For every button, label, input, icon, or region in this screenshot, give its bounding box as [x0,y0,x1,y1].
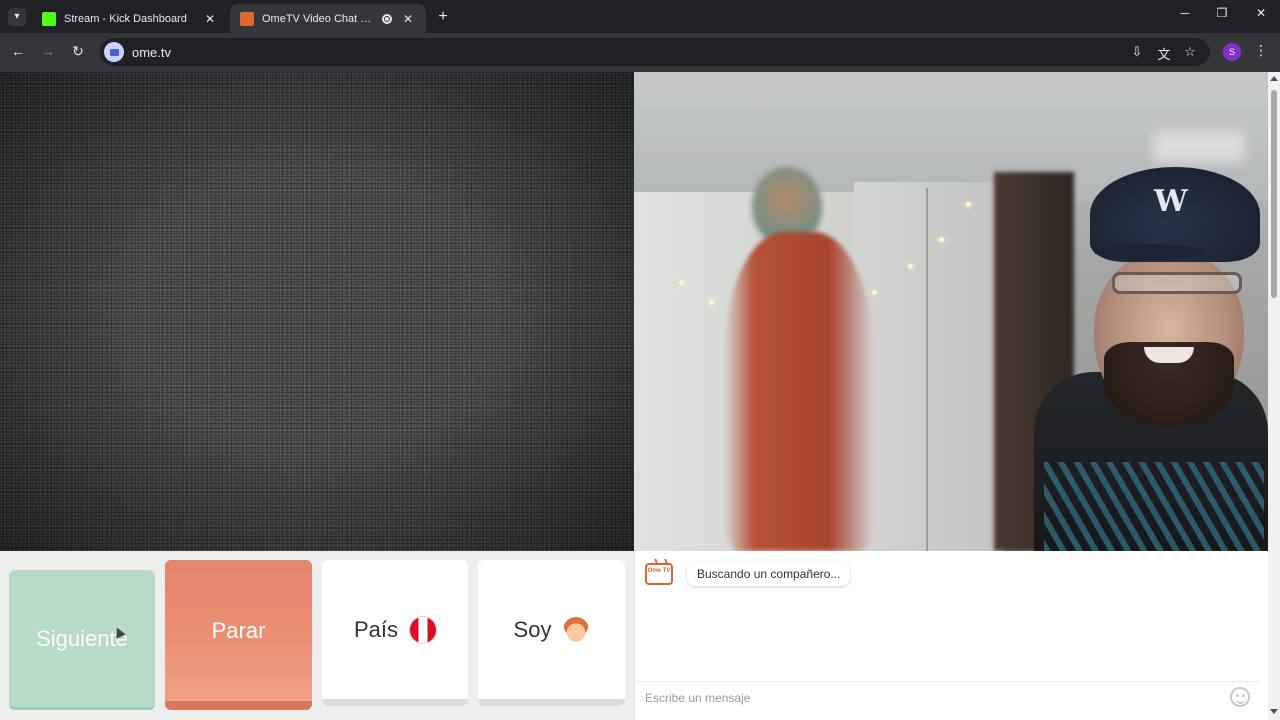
close-icon[interactable]: ✕ [202,12,218,26]
install-app-icon[interactable]: ⇩ [1128,44,1146,60]
scrollbar-thumb[interactable] [1271,90,1277,298]
recording-icon [382,13,392,24]
video-wardrobe-door [926,188,928,551]
gender-button[interactable]: Soy [478,560,625,706]
browser-toolbar: ← → ↻ ome.tv ⇩ 文 ☆ S ⋮ [0,33,1280,72]
video-person-glasses [1112,272,1242,294]
gender-button-label: Soy [513,616,552,642]
peru-flag-icon [410,616,437,643]
star-icon[interactable]: ☆ [1181,44,1199,60]
video-wardrobe [854,182,1004,551]
stop-button[interactable]: Parar [165,560,312,710]
tab-kick-dashboard[interactable]: Stream - Kick Dashboard ✕ [32,4,228,33]
url-text: ome.tv [132,44,172,60]
video-shirt-print [1044,462,1264,551]
restore-icon[interactable]: ❐ [1212,6,1232,20]
country-button-label: País [353,616,399,642]
arrow-right-icon[interactable]: → [38,43,58,59]
page-scrollbar[interactable] [1268,72,1280,720]
boy-avatar-icon [563,616,590,643]
control-panel: Siguiente Parar País Soy [0,551,634,720]
emoji-icon[interactable] [1230,687,1250,707]
video-person-background [724,232,874,551]
browser-chrome: ▾ Stream - Kick Dashboard ✕ OmeTV Video … [0,0,1280,72]
profile-avatar[interactable]: S [1223,43,1241,61]
site-info-icon[interactable] [104,42,124,62]
translate-icon[interactable]: 文 [1155,44,1173,63]
stop-button-label: Parar [211,617,266,643]
plus-icon[interactable]: + [434,8,452,26]
window-close-icon[interactable]: ✕ [1251,6,1271,20]
ometv-favicon-icon [240,11,254,26]
ometv-logo-icon: Ome TV [645,563,673,585]
arrow-left-icon[interactable]: ← [8,43,28,59]
next-button[interactable]: Siguiente [9,570,155,710]
kick-favicon-icon [42,11,56,26]
message-input[interactable]: Escribe un mensaje [635,681,1260,713]
country-button[interactable]: País [322,560,468,706]
cap-logo-icon: W [1154,184,1188,219]
own-video-static [0,72,634,551]
video-light [1154,132,1244,162]
close-icon[interactable]: ✕ [400,12,416,26]
chat-panel: Ome TV Buscando un compañero... Escribe … [634,551,1260,720]
scroll-up-icon[interactable] [1270,76,1278,81]
chevron-down-icon[interactable]: ▾ [8,8,26,26]
minimize-icon[interactable]: ─ [1175,6,1195,20]
tab-title: Stream - Kick Dashboard [64,12,187,25]
address-bar[interactable]: ome.tv [100,38,1210,66]
reload-icon[interactable]: ↻ [68,43,88,60]
ometv-page: W Siguiente Parar País Soy Ome TV Buscan… [0,72,1268,720]
scroll-down-icon[interactable] [1270,709,1278,714]
status-message: Buscando un compañero... [687,562,851,586]
video-person-cap-brim [1094,244,1204,260]
message-input-placeholder: Escribe un mensaje [645,690,751,705]
kebab-menu-icon[interactable]: ⋮ [1254,42,1268,59]
tab-strip: ▾ Stream - Kick Dashboard ✕ OmeTV Video … [0,0,1280,33]
tab-ometv[interactable]: OmeTV Video Chat — Ome ✕ [230,4,426,33]
partner-video: W [634,72,1268,551]
tab-title: OmeTV Video Chat — Ome [262,12,382,25]
